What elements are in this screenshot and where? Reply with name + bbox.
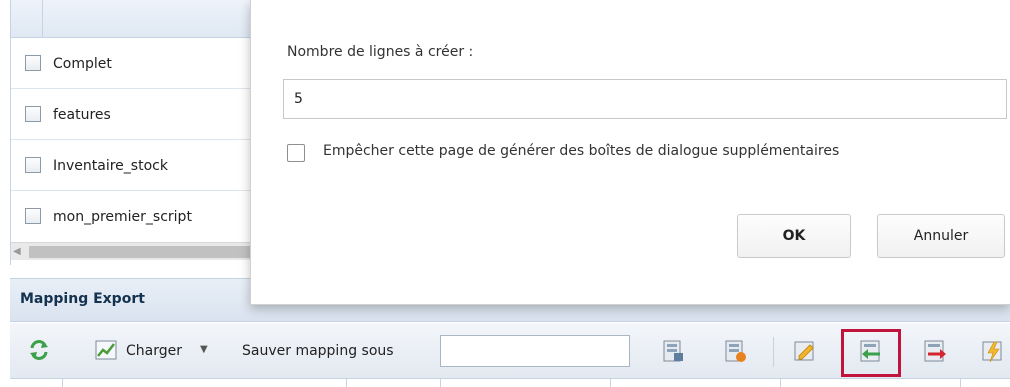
mapping-export-title: Mapping Export <box>20 291 145 307</box>
list-item-checkbox[interactable] <box>25 55 41 71</box>
list-item-checkbox[interactable] <box>25 106 41 122</box>
grid-line <box>440 379 441 387</box>
insert-rows-icon[interactable] <box>858 338 884 364</box>
grid-line <box>610 379 611 387</box>
cancel-button[interactable]: Annuler <box>877 214 1005 258</box>
export-rows-icon[interactable] <box>922 338 948 364</box>
prompt-dialog: Nombre de lignes à créer : Empêcher cett… <box>250 0 1010 305</box>
refresh-icon[interactable] <box>28 339 50 361</box>
list-item[interactable]: Complet <box>11 38 260 89</box>
list-item-checkbox[interactable] <box>25 208 41 224</box>
load-chart-icon[interactable] <box>94 339 118 361</box>
horizontal-scrollbar[interactable]: ◀ <box>11 242 261 260</box>
list-header <box>11 0 260 38</box>
suppress-dialogs-label[interactable]: Empêcher cette page de générer des boîte… <box>323 143 839 159</box>
list-item[interactable]: features <box>11 89 260 140</box>
mapping-grid-header <box>10 379 1010 387</box>
scroll-left-icon[interactable]: ◀ <box>13 246 21 257</box>
save-mapping-as-label: Sauver mapping sous <box>242 343 394 359</box>
mapping-name-input[interactable] <box>440 335 630 367</box>
grid-line <box>62 379 63 387</box>
list-item-label: Inventaire_stock <box>53 158 168 174</box>
charger-label[interactable]: Charger <box>126 343 182 359</box>
list-item-label: features <box>53 107 111 123</box>
column-divider <box>42 0 43 37</box>
list-item[interactable]: mon_premier_script <box>11 191 260 242</box>
ok-button[interactable]: OK <box>737 214 851 258</box>
list-item[interactable]: Inventaire_stock <box>11 140 260 191</box>
list-item-checkbox[interactable] <box>25 157 41 173</box>
grid-line <box>346 379 347 387</box>
delete-grid-icon[interactable] <box>722 338 748 364</box>
row-count-input[interactable] <box>283 79 1007 119</box>
scrollbar-thumb[interactable] <box>29 246 261 258</box>
lightning-icon[interactable] <box>980 338 1006 364</box>
grid-line <box>780 379 781 387</box>
edit-icon[interactable] <box>792 338 818 364</box>
script-list-panel: Complet features Inventaire_stock mon_pr… <box>10 0 261 265</box>
save-grid-icon[interactable] <box>660 338 686 364</box>
chevron-down-icon[interactable]: ▼ <box>200 344 208 355</box>
toolbar-separator <box>773 337 774 367</box>
mapping-toolbar: Charger ▼ Sauver mapping sous <box>10 323 1010 379</box>
dialog-prompt: Nombre de lignes à créer : <box>287 44 474 60</box>
grid-line <box>960 379 961 387</box>
list-item-label: mon_premier_script <box>53 209 192 225</box>
list-item-label: Complet <box>53 56 112 72</box>
suppress-dialogs-checkbox[interactable] <box>287 144 305 162</box>
